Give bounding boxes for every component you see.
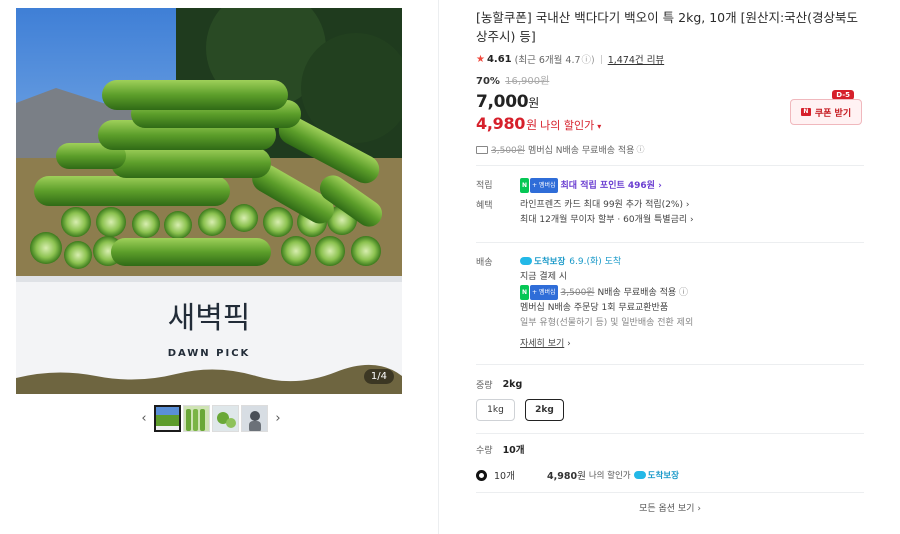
rating-score: 4.61: [486, 53, 512, 65]
thumbnail-1[interactable]: [154, 405, 181, 432]
thumbnail-3[interactable]: [212, 405, 239, 432]
delivery-guarantee-badge: 도착보장: [520, 255, 565, 270]
membership-badge-icon: + 멤버십: [530, 178, 558, 193]
info-icon[interactable]: ⓘ: [679, 288, 688, 298]
discount-percent: 70%: [476, 76, 500, 87]
product-info-panel: [농할쿠폰] 국내산 백다다기 백오이 특 2kg, 10개 [원산지:국산(경…: [476, 8, 864, 514]
delivery-free-text: N배송 무료배송 적용: [597, 288, 677, 298]
info-icon[interactable]: ⓘ: [636, 144, 644, 155]
my-price-label: 나의 할인가: [540, 119, 595, 132]
sale-price-value: 7,000: [476, 92, 529, 112]
cloud-icon: [633, 471, 646, 479]
weight-label: 중량: [476, 381, 493, 391]
quantity-option: 수량 10개: [476, 442, 864, 456]
truck-icon: [476, 145, 488, 154]
shipping-summary: 3,500원 멤버십 N배송 무료배송 적용 ⓘ: [476, 143, 864, 156]
prev-arrow-icon[interactable]: ‹: [136, 411, 152, 426]
my-price-unit: 원: [526, 118, 538, 132]
weight-chip-1kg[interactable]: 1kg: [476, 399, 515, 421]
chevron-right-icon[interactable]: ›: [564, 339, 571, 349]
sale-price-unit: 원: [528, 96, 540, 110]
option-price-label: 나의 할인가: [588, 471, 631, 481]
card-benefit-link[interactable]: 라인프렌즈 카드 최대 99원 추가 적립(2%): [520, 200, 683, 210]
quantity-option-row[interactable]: 10개 4,980원 나의 할인가 도착보장: [476, 468, 864, 482]
my-price-value: 4,980: [476, 114, 526, 133]
chevron-right-icon[interactable]: ›: [687, 215, 694, 225]
thumbnail-2[interactable]: [183, 405, 210, 432]
membership-badge-icon: + 멤버십: [530, 285, 558, 300]
points-key: 적립: [476, 181, 493, 191]
divider: [476, 165, 864, 166]
installment-benefit-link[interactable]: 최대 12개월 무이자 할부 · 60개월 특별금리: [520, 215, 687, 225]
panel-divider: [438, 0, 439, 534]
rating-row: ★ 4.61 (최근 6개월 4.7 ⓘ) 1,474건 리뷰: [476, 52, 864, 67]
npay-badge-icon: N: [520, 178, 530, 193]
all-options-link[interactable]: 모든 옵션 보기 ›: [476, 501, 864, 514]
next-arrow-icon[interactable]: ›: [270, 411, 286, 426]
option-price-unit: 원: [577, 471, 586, 482]
divider: [476, 492, 864, 493]
qty-selected: 10개: [502, 445, 525, 456]
main-product-image[interactable]: 새벽픽 DAWN PICK 1/4: [16, 8, 402, 394]
weight-selected: 2kg: [502, 379, 523, 390]
chevron-right-icon[interactable]: ›: [683, 200, 690, 210]
weight-chips: 1kg 2kg: [476, 399, 864, 421]
qty-label: 수량: [476, 445, 493, 456]
delivery-exclusion-text: 일부 유형(선물하기 등) 및 일반배송 전환 제외: [520, 318, 694, 328]
weight-option: 중량 2kg 1kg 2kg: [476, 378, 864, 421]
rating-recent: (최근 6개월 4.7: [514, 55, 581, 66]
chevron-down-icon[interactable]: ▾: [597, 122, 601, 131]
brand-korean-text: 새벽픽: [168, 301, 251, 336]
weight-chip-2kg[interactable]: 2kg: [525, 399, 564, 421]
divider: [476, 433, 864, 434]
original-price: 16,900원: [505, 76, 550, 87]
benefit-row: 혜택 라인프렌즈 카드 최대 99원 추가 적립(2%) › 최대 12개월 무…: [476, 198, 864, 228]
cloud-icon: [520, 257, 532, 265]
product-title: [농할쿠폰] 국내산 백다다기 백오이 특 2kg, 10개 [원산지:국산(경…: [476, 10, 859, 44]
image-page-indicator: 1/4: [363, 369, 394, 384]
chevron-right-icon[interactable]: ›: [655, 181, 662, 191]
arrival-date: 6.9.(화) 도착: [569, 257, 622, 267]
points-row: 적립 N + 멤버십 최대 적립 포인트 496원 ›: [476, 178, 864, 194]
thumbnail-4[interactable]: [241, 405, 268, 432]
thumbnail-strip: ‹ ›: [136, 405, 286, 432]
divider: [476, 364, 864, 365]
max-points-link[interactable]: 최대 적립 포인트 496원: [561, 181, 655, 191]
discount-row: 70% 16,900원: [476, 72, 864, 87]
coupon-button-label: 쿠폰 받기: [814, 108, 852, 119]
option-price: 4,980: [547, 471, 578, 482]
delivery-pay-now: 지금 결제 시: [520, 272, 568, 282]
option-qty: 10개: [494, 471, 515, 482]
review-count-link[interactable]: 1,474건 리뷰: [608, 52, 664, 66]
separator: [600, 54, 602, 64]
delivery-row: 배송 도착보장 6.9.(화) 도착 지금 결제 시 N + 멤버십 3,500원 N…: [476, 255, 864, 352]
star-icon: ★: [476, 53, 485, 65]
product-gallery: 새벽픽 DAWN PICK 1/4 ‹ ›: [16, 8, 402, 432]
delivery-original-fee: 3,500원: [560, 288, 595, 298]
delivery-key: 배송: [476, 258, 493, 268]
divider: [476, 242, 864, 243]
chevron-right-icon: ›: [694, 504, 701, 514]
shipping-original-fee: 3,500원: [491, 146, 526, 156]
coupon-icon: N: [800, 108, 811, 116]
radio-selected-icon[interactable]: [476, 469, 487, 481]
npay-badge-icon: N: [520, 285, 530, 300]
coupon-download-button[interactable]: N 쿠폰 받기: [790, 99, 862, 125]
brand-english-text: DAWN PICK: [168, 348, 251, 359]
delivery-more-link[interactable]: 자세히 보기: [520, 339, 564, 349]
benefit-key: 혜택: [476, 201, 493, 211]
shipping-text: 멤버십 N배송 무료배송 적용: [528, 146, 635, 156]
delivery-guarantee-badge: 도착보장: [633, 469, 679, 481]
info-icon[interactable]: ⓘ): [582, 52, 595, 66]
delivery-return-text: 멤버십 N배송 주문당 1회 무료교환반품: [520, 303, 669, 313]
